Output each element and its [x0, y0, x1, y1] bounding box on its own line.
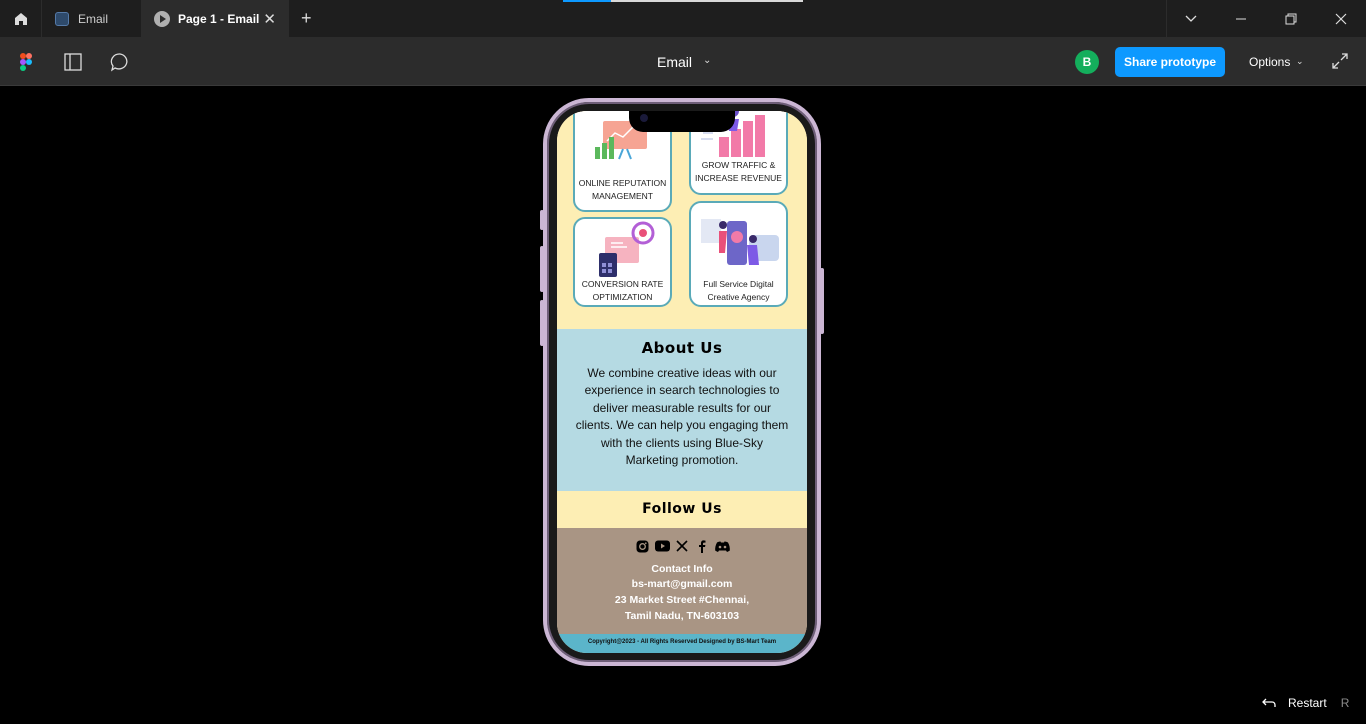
service-card-agency[interactable]: Full Service Digital Creative Agency: [689, 201, 788, 307]
tab-bar: Email Page 1 - Email ✕ +: [0, 0, 1366, 38]
phone-screen[interactable]: ONLINE REPUTATION MANAGEMENT GROW TRAFFI…: [557, 111, 807, 653]
sidebar-icon: [64, 53, 82, 71]
service-label: CONVERSION RATE: [581, 279, 664, 289]
contact-address: Tamil Nadu, TN-603103: [624, 610, 740, 622]
play-icon: [154, 11, 170, 27]
phone-button: [820, 268, 824, 334]
restore-button[interactable]: [1266, 0, 1316, 38]
follow-heading: Follow Us: [642, 501, 722, 517]
x-twitter-icon[interactable]: [674, 538, 690, 554]
service-label: MANAGEMENT: [592, 191, 653, 201]
phone-button: [540, 210, 544, 230]
sidebar-toggle-button[interactable]: [61, 50, 85, 74]
tab-prototype[interactable]: Page 1 - Email ✕: [142, 0, 289, 38]
copyright-text: Copyright@2023 - All Rights Reserved Des…: [587, 639, 777, 645]
about-section: About Us We combine creative ideas with …: [557, 329, 807, 491]
phone-button: [540, 246, 544, 292]
camera-icon: [640, 114, 648, 122]
restart-shortcut: R: [1340, 696, 1350, 710]
chevron-down-icon[interactable]: ⌄: [703, 55, 711, 66]
conversion-illustration: [599, 221, 655, 277]
social-links: [557, 538, 807, 554]
service-label: INCREASE REVENUE: [695, 173, 782, 183]
tabs-dropdown-button[interactable]: [1166, 0, 1216, 38]
minimize-button[interactable]: [1216, 0, 1266, 38]
contact-email[interactable]: bs-mart@gmail.com: [557, 578, 807, 590]
service-label: ONLINE REPUTATION: [578, 178, 667, 188]
agency-illustration: [701, 219, 779, 265]
loading-bar: [563, 0, 803, 2]
prototype-toolbar: Email ⌄ B Share prototype Options ⌄: [0, 38, 1366, 86]
about-heading: About Us: [641, 339, 723, 357]
tab-label: Page 1 - Email: [178, 12, 260, 26]
discord-icon[interactable]: [714, 538, 730, 554]
service-label: Full Service Digital: [703, 279, 774, 289]
figma-logo-icon: [20, 53, 32, 71]
options-menu[interactable]: Options: [1249, 55, 1290, 69]
tab-email[interactable]: Email: [42, 0, 142, 38]
phone-button: [540, 300, 544, 346]
comments-button[interactable]: [108, 50, 132, 74]
restart-label: Restart: [1288, 696, 1327, 710]
service-label: Creative Agency: [707, 292, 770, 302]
comment-icon: [110, 53, 128, 72]
share-prototype-button[interactable]: Share prototype: [1115, 47, 1225, 77]
minimize-icon: [1236, 18, 1246, 20]
services-section: ONLINE REPUTATION MANAGEMENT GROW TRAFFI…: [557, 111, 807, 329]
service-card-conversion[interactable]: CONVERSION RATE OPTIMIZATION: [573, 217, 672, 307]
service-label: GROW TRAFFIC &: [701, 160, 776, 170]
home-button[interactable]: [0, 0, 42, 38]
contact-address: 23 Market Street #Chennai,: [614, 594, 750, 606]
new-tab-icon[interactable]: +: [301, 8, 312, 29]
chevron-down-icon: [1185, 15, 1197, 22]
follow-section: Follow Us: [557, 491, 807, 528]
about-text: We combine creative ideas with our exper…: [575, 366, 789, 468]
restart-button[interactable]: Restart R: [1262, 696, 1349, 710]
close-tab-icon[interactable]: ✕: [263, 10, 276, 28]
expand-icon: [1332, 53, 1348, 69]
design-file-icon: [55, 12, 69, 26]
figma-menu-button[interactable]: [14, 50, 38, 74]
youtube-icon[interactable]: [654, 538, 670, 554]
restore-icon: [1285, 13, 1297, 25]
chevron-down-icon[interactable]: ⌄: [1296, 56, 1304, 67]
contact-title: Contact Info: [651, 563, 713, 575]
instagram-icon[interactable]: [634, 538, 650, 554]
tab-label: Email: [78, 12, 109, 26]
contact-section: Contact Info bs-mart@gmail.com 23 Market…: [557, 528, 807, 634]
close-window-button[interactable]: [1316, 0, 1366, 38]
avatar[interactable]: B: [1075, 50, 1099, 74]
file-title[interactable]: Email: [657, 54, 692, 70]
fullscreen-button[interactable]: [1331, 52, 1349, 75]
restart-icon: [1262, 698, 1276, 707]
close-icon: [1335, 13, 1347, 25]
facebook-icon[interactable]: [694, 538, 710, 554]
home-icon: [14, 13, 27, 25]
footer: Copyright@2023 - All Rights Reserved Des…: [557, 634, 807, 653]
service-label: OPTIMIZATION: [592, 292, 653, 302]
